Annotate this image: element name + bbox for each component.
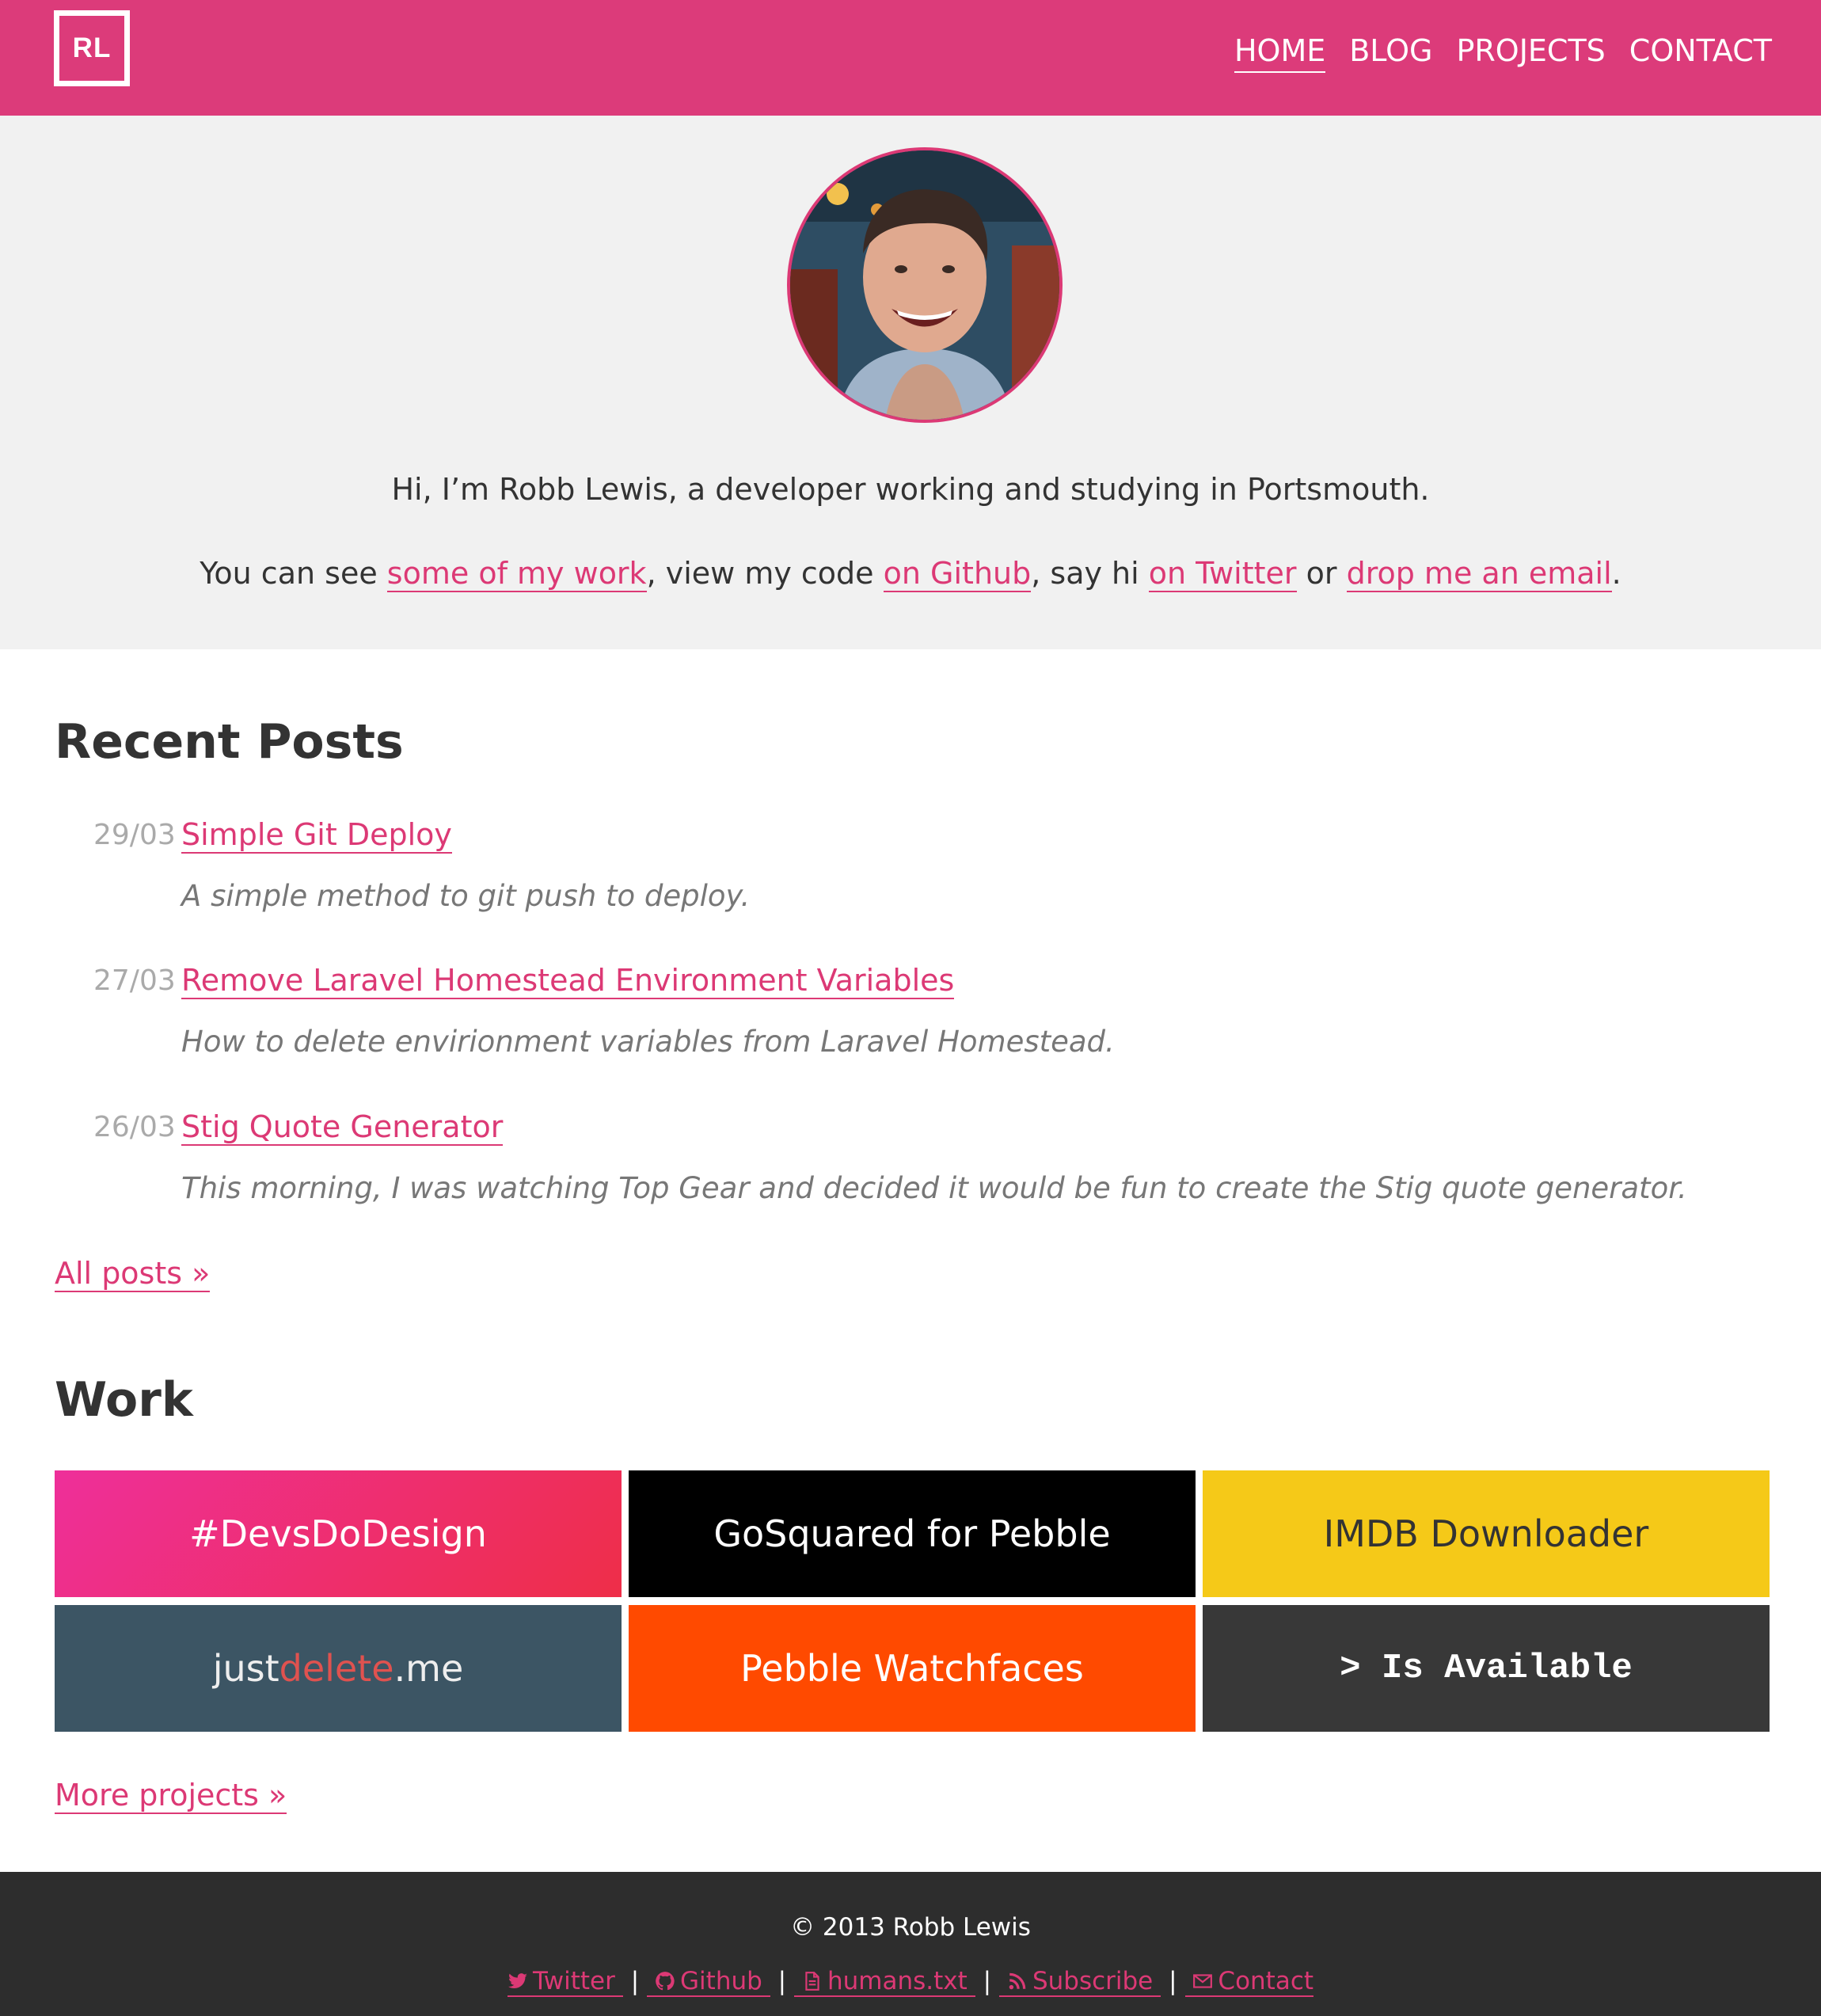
main-nav: HOME BLOG PROJECTS CONTACT — [1234, 30, 1772, 73]
more-projects-link[interactable]: More projects » — [55, 1778, 287, 1814]
avatar — [787, 147, 1063, 423]
footer-separator: | — [983, 1967, 992, 1995]
footer-twitter-link[interactable]: Twitter — [507, 1967, 623, 1997]
work-tile-pebble-watchfaces[interactable]: Pebble Watchfaces — [629, 1605, 1196, 1732]
post-date: 26/03 — [93, 1111, 176, 1143]
intro-text-part: You can see — [200, 556, 387, 591]
post-description: A simple method to git push to deploy. — [181, 879, 751, 913]
intro-links-text: You can see some of my work, view my cod… — [0, 556, 1821, 592]
footer-separator: | — [1169, 1967, 1177, 1995]
tile-label: GoSquared for Pebble — [713, 1512, 1111, 1555]
tile-label-me: .me — [393, 1647, 464, 1690]
all-posts-link[interactable]: All posts » — [55, 1256, 211, 1292]
intro-text-part: , say hi — [1031, 556, 1149, 591]
work-tile-is-available[interactable]: > Is Available — [1203, 1605, 1770, 1732]
intro-text-part: , view my code — [646, 556, 884, 591]
recent-posts-heading: Recent Posts — [55, 714, 404, 770]
footer-link-label: humans.txt — [827, 1967, 968, 1995]
nav-projects[interactable]: PROJECTS — [1456, 30, 1605, 73]
nav-home[interactable]: HOME — [1234, 30, 1326, 73]
post-title-link[interactable]: Stig Quote Generator — [181, 1109, 504, 1146]
intro-text-part: or — [1296, 556, 1347, 591]
rss-icon — [1009, 1972, 1026, 1990]
footer-separator: | — [630, 1967, 640, 1995]
site-logo[interactable]: RL — [54, 10, 130, 86]
work-tile-gosquared[interactable]: GoSquared for Pebble — [629, 1470, 1196, 1597]
copyright-text: © 2013 Robb Lewis — [790, 1913, 1031, 1942]
footer-separator: | — [777, 1967, 787, 1995]
footer-github-link[interactable]: Github — [647, 1967, 770, 1997]
intro-section: Hi, I’m Robb Lewis, a developer working … — [0, 116, 1821, 649]
footer-contact-link[interactable]: Contact — [1184, 1967, 1314, 1997]
tile-label-just: just — [212, 1647, 279, 1690]
post-title-link[interactable]: Remove Laravel Homestead Environment Var… — [181, 963, 955, 999]
footer-links: Twitter | Github | humans.txt | Subscrib… — [0, 1967, 1821, 1997]
post-title-link[interactable]: Simple Git Deploy — [181, 817, 452, 854]
work-tile-imdb[interactable]: IMDB Downloader — [1203, 1470, 1770, 1597]
footer: © 2013 Robb Lewis Twitter | Github | hum… — [0, 1872, 1821, 2016]
work-heading: Work — [55, 1372, 193, 1428]
footer-humans-link[interactable]: humans.txt — [794, 1967, 975, 1997]
twitter-link[interactable]: on Twitter — [1148, 556, 1297, 592]
post-description: How to delete envirionment variables fro… — [181, 1025, 1115, 1059]
work-tile-justdeleteme[interactable]: just delete .me — [55, 1605, 622, 1732]
tile-label: > Is Available — [1340, 1649, 1633, 1688]
post-date: 27/03 — [93, 964, 176, 997]
footer-link-label: Subscribe — [1032, 1967, 1154, 1995]
footer-link-label: Github — [680, 1967, 762, 1995]
work-link[interactable]: some of my work — [386, 556, 647, 592]
work-tile-devsdodesign[interactable]: #DevsDoDesign — [55, 1470, 622, 1597]
footer-link-label: Contact — [1218, 1967, 1314, 1995]
tile-label: IMDB Downloader — [1323, 1512, 1649, 1555]
post-description: This morning, I was watching Top Gear an… — [181, 1171, 1687, 1205]
footer-link-label: Twitter — [532, 1967, 615, 1995]
post-date: 29/03 — [93, 819, 176, 851]
envelope-icon — [1193, 1974, 1213, 1988]
nav-contact[interactable]: CONTACT — [1629, 30, 1772, 73]
file-text-icon — [805, 1972, 819, 1991]
top-navbar: RL HOME BLOG PROJECTS CONTACT — [0, 0, 1821, 116]
intro-text-part: . — [1611, 556, 1621, 591]
github-link[interactable]: on Github — [883, 556, 1032, 592]
footer-subscribe-link[interactable]: Subscribe — [999, 1967, 1161, 1997]
avatar-photo — [790, 150, 1059, 420]
tile-label-delete: delete — [279, 1647, 394, 1690]
twitter-icon — [508, 1973, 527, 1988]
tile-label: Pebble Watchfaces — [740, 1647, 1084, 1690]
email-link[interactable]: drop me an email — [1346, 556, 1612, 592]
github-icon — [656, 1972, 675, 1991]
intro-text: Hi, I’m Robb Lewis, a developer working … — [391, 472, 1430, 507]
nav-blog[interactable]: BLOG — [1349, 30, 1432, 73]
tile-label: #DevsDoDesign — [189, 1512, 487, 1555]
